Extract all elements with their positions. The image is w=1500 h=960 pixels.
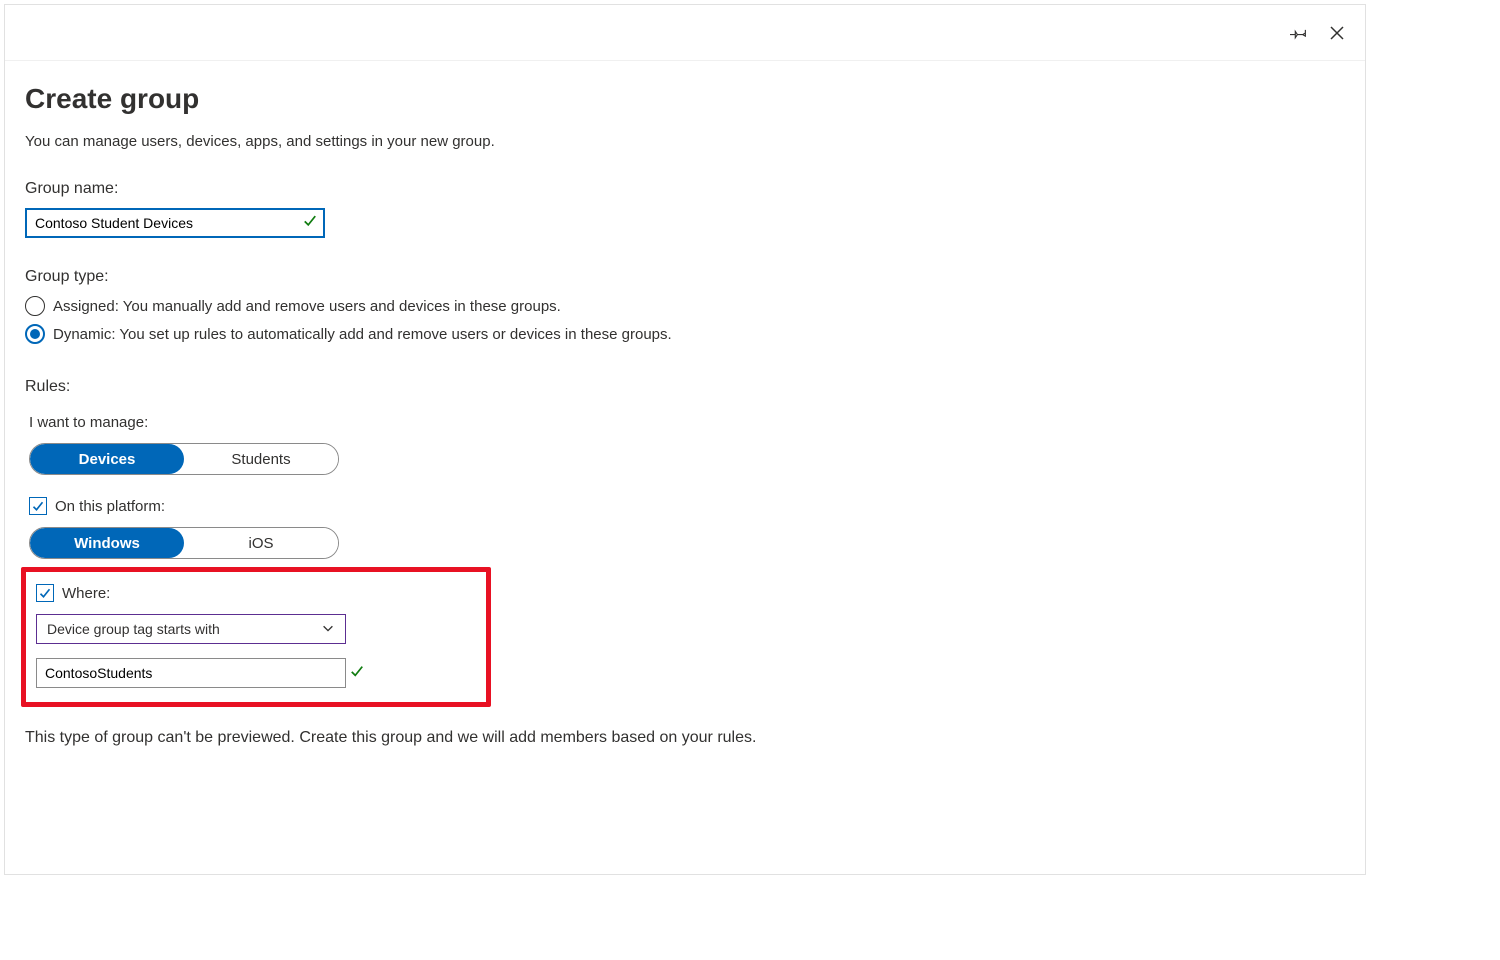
where-checkbox-row[interactable]: Where: (36, 584, 480, 602)
group-name-label: Group name: (25, 180, 1345, 198)
rules-label: Rules: (25, 378, 1345, 396)
checkbox-icon (36, 584, 54, 602)
preview-note: This type of group can't be previewed. C… (25, 729, 1345, 747)
where-value-input[interactable] (36, 658, 346, 688)
manage-label: I want to manage: (29, 414, 1345, 431)
page-subtitle: You can manage users, devices, apps, and… (25, 133, 1345, 150)
pin-icon[interactable] (1289, 23, 1309, 43)
platform-checkbox-row[interactable]: On this platform: (29, 497, 1345, 515)
where-condition-dropdown[interactable]: Device group tag starts with (36, 614, 346, 644)
radio-icon (25, 324, 45, 344)
platform-toggle: Windows iOS (29, 527, 339, 559)
where-highlight: Where: Device group tag starts with (21, 567, 491, 707)
platform-toggle-ios[interactable]: iOS (184, 528, 338, 558)
close-icon[interactable] (1327, 23, 1347, 43)
where-value-wrap (36, 658, 364, 688)
platform-toggle-windows[interactable]: Windows (30, 528, 184, 558)
group-type-label: Group type: (25, 268, 1345, 286)
manage-toggle-devices[interactable]: Devices (30, 444, 184, 474)
radio-label: Dynamic: You set up rules to automatical… (53, 326, 672, 343)
checkmark-icon (303, 214, 317, 233)
where-checkbox-label: Where: (62, 585, 110, 602)
page-title: Create group (25, 83, 1345, 115)
radio-label: Assigned: You manually add and remove us… (53, 298, 561, 315)
manage-toggle: Devices Students (29, 443, 339, 475)
create-group-panel: Create group You can manage users, devic… (4, 4, 1366, 875)
radio-icon (25, 296, 45, 316)
group-type-option-dynamic[interactable]: Dynamic: You set up rules to automatical… (25, 324, 1345, 344)
group-type-option-assigned[interactable]: Assigned: You manually add and remove us… (25, 296, 1345, 316)
group-name-input[interactable] (25, 208, 325, 238)
group-name-field-wrap (25, 208, 325, 238)
content-area: Create group You can manage users, devic… (5, 61, 1365, 767)
checkmark-icon (350, 665, 364, 682)
dropdown-value: Device group tag starts with (47, 621, 220, 637)
titlebar (5, 5, 1365, 61)
platform-checkbox-label: On this platform: (55, 498, 165, 515)
checkbox-icon (29, 497, 47, 515)
manage-toggle-students[interactable]: Students (184, 444, 338, 474)
chevron-down-icon (321, 621, 335, 638)
